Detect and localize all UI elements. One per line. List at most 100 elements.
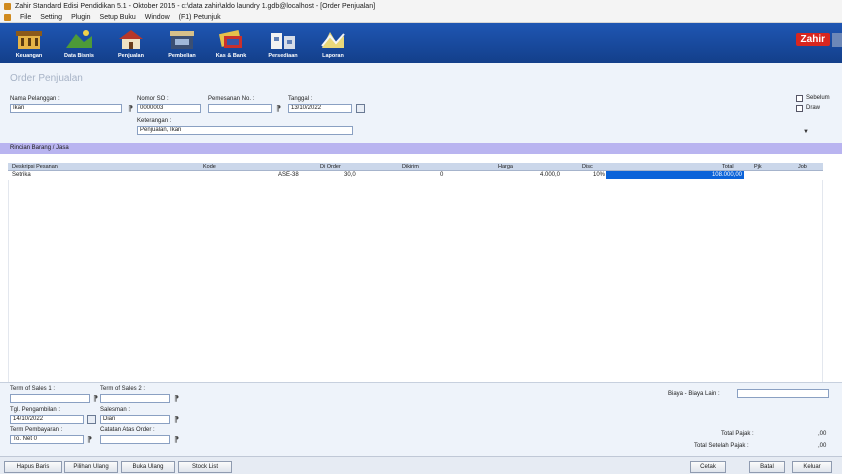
payment-picker-icon[interactable]: ⁋ [87,435,92,444]
menu-bar: File Setting Plugin Setup Buku Window (F… [0,12,842,23]
po-picker-icon[interactable]: ⁋ [276,104,281,113]
option2-label: Draw [806,105,821,111]
column-header-order[interactable]: Di Order [320,164,341,170]
other-cost-field[interactable] [737,389,829,398]
reopen-button[interactable]: Buka Ulang [121,461,175,473]
po-number-label: Pemesanan No. : [208,96,255,102]
house-icon [119,30,143,49]
tax-value: ,00 [818,431,827,437]
column-header-kode[interactable]: Kode [203,164,216,170]
menu-plugin[interactable]: Plugin [71,14,90,21]
column-header-pjk[interactable]: Pjk [754,164,762,170]
term2-field[interactable] [100,394,170,403]
column-header-disc[interactable]: Disc [582,164,593,170]
order-header-panel: Order Penjualan Nama Pelanggan : Ikan ⁋ … [0,63,842,143]
toolbar-laporan-button[interactable]: Laporan [312,26,354,60]
customer-field[interactable]: Ikan [10,104,122,113]
term2-picker-icon[interactable]: ⁋ [174,394,179,403]
ship-date-field[interactable]: 14/10/2022 [10,415,84,424]
option2-checkbox[interactable] [796,105,803,112]
cell-order[interactable]: 30,0 [344,172,356,178]
note-field[interactable]: Penjualan, Ikan [137,126,353,135]
shop-icon [170,31,194,49]
cell-total[interactable]: 108.000,00 [606,171,744,179]
toolbar-kas-bank-button[interactable]: Kas & Bank [210,26,252,60]
calendar-icon[interactable] [87,415,96,424]
exit-button[interactable]: Keluar [792,461,832,473]
column-header-total[interactable]: Total [722,164,734,170]
so-number-field[interactable]: 0000003 [137,104,201,113]
toolbar-keuangan-button[interactable]: Keuangan [8,26,50,60]
app-icon [4,2,11,10]
po-number-field[interactable] [208,104,272,113]
money-icon [218,30,242,48]
ship-date-label: Tgl. Pengambilan : [10,407,61,413]
option1-checkbox[interactable] [796,95,803,102]
stock-list-button[interactable]: Stock List [178,461,232,473]
customer-picker-icon[interactable]: ⁋ [128,104,133,113]
cell-kode[interactable]: ASE-38 [278,172,299,178]
title-bar: Zahir Standard Edisi Pendidikan 5.1 - Ok… [0,0,842,12]
column-header-harga[interactable]: Harga [498,164,513,170]
date-field[interactable]: 13/10/2022 [288,104,352,113]
building-icon [16,31,42,49]
toolbar-label: Keuangan [15,53,43,59]
detail-section-bar: Rincian Barang / Jasa [0,143,842,154]
cell-harga[interactable]: 4.000,0 [540,172,560,178]
term1-picker-icon[interactable]: ⁋ [93,394,98,403]
report-icon [321,32,345,48]
document-icon [4,13,11,21]
term1-field[interactable] [10,394,90,403]
delete-row-button[interactable]: Hapus Baris [4,461,62,473]
column-header-job[interactable]: Job [798,164,807,170]
grand-total-value: ,00 [818,443,827,449]
salesman-field[interactable]: Dian [100,415,170,424]
calendar-icon[interactable] [356,104,365,113]
term2-label: Term of Sales 2 : [100,386,146,392]
toolbar-persediaan-button[interactable]: Persediaan [262,26,304,60]
cell-dikirim[interactable]: 0 [440,172,443,178]
chevron-down-icon[interactable]: ▼ [803,129,809,135]
term1-label: Term of Sales 1 : [10,386,56,392]
grand-total-label: Total Setelah Pajak : [694,443,749,449]
detail-section-title: Rincian Barang / Jasa [10,145,69,151]
brand-logo: Zahir [795,33,830,46]
so-number-label: Nomor SO : [137,96,169,102]
payment-term-field[interactable]: To. Net 0 [10,435,84,444]
toolbar-label: Data Bisnis [64,53,94,59]
menu-file[interactable]: File [20,14,31,21]
column-header-desc[interactable]: Deskripsi Pesanan [12,164,58,170]
status-bar: Hapus Baris Pilihan Ulang Buka Ulang Sto… [0,456,842,474]
detail-grid[interactable] [8,171,823,382]
footer-panel: Term of Sales 1 : ⁋ Term of Sales 2 : ⁋ … [0,382,842,456]
order-note-field[interactable] [100,435,170,444]
reselect-button[interactable]: Pilihan Ulang [64,461,118,473]
toolbar-pembelian-button[interactable]: Pembelian [161,26,203,60]
cell-desc[interactable]: Setrika [12,172,31,178]
cancel-button[interactable]: Batal [749,461,785,473]
note-label: Keterangan : [137,118,172,124]
print-button[interactable]: Cetak [690,461,726,473]
toolbar-label: Penjualan [118,53,144,59]
salesman-picker-icon[interactable]: ⁋ [174,415,179,424]
payment-term-label: Term Pembayaran : [10,427,63,433]
main-toolbar: Keuangan Data Bisnis Penjualan Pembelian… [0,23,842,63]
order-note-picker-icon[interactable]: ⁋ [174,435,179,444]
date-label: Tanggal : [288,96,313,102]
menu-window[interactable]: Window [145,14,170,21]
window-title: Zahir Standard Edisi Pendidikan 5.1 - Ok… [15,2,376,10]
toolbar-label: Persediaan [268,53,298,59]
salesman-label: Salesman : [100,407,131,413]
order-note-label: Catatan Atas Order : [100,427,155,433]
menu-setting[interactable]: Setting [40,14,62,21]
toolbar-data-bisnis-button[interactable]: Data Bisnis [58,26,100,60]
brand-logo-tail [832,33,842,47]
table-row[interactable]: Setrika ASE-38 30,0 0 4.000,0 10% 108.00… [8,171,823,180]
menu-setup-buku[interactable]: Setup Buku [100,14,136,21]
landscape-icon [66,30,92,48]
other-cost-label: Biaya - Biaya Lain : [668,391,720,397]
cell-disc[interactable]: 10% [593,172,605,178]
menu-help[interactable]: (F1) Petunjuk [179,14,221,21]
column-header-dikirim[interactable]: Dikirim [402,164,419,170]
toolbar-penjualan-button[interactable]: Penjualan [110,26,152,60]
